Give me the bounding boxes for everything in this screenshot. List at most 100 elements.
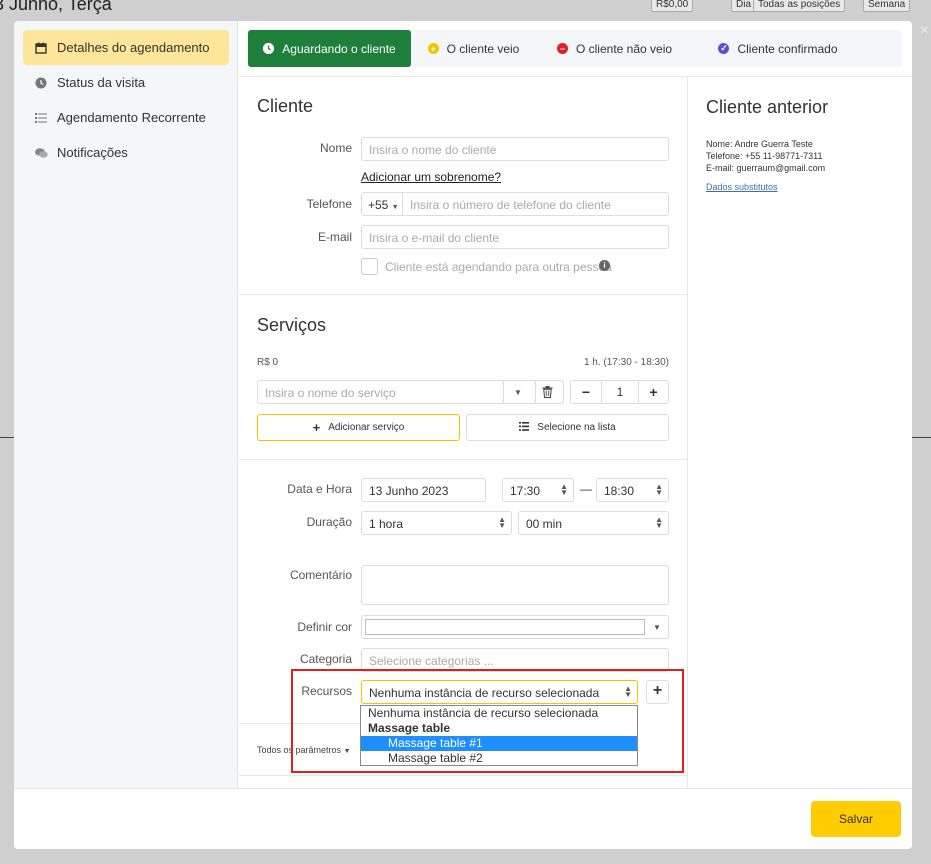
sidebar-item-notifications[interactable]: Notificações bbox=[23, 135, 229, 170]
duration-hours-value: 1 hora bbox=[369, 517, 404, 531]
datetime-label: Data e Hora bbox=[287, 482, 352, 496]
chevron-down-icon: ▼ bbox=[391, 204, 399, 211]
phone-label: Telefone bbox=[306, 197, 352, 211]
other-person-label: Cliente está agendando para outra pessoa bbox=[385, 260, 612, 274]
select-list-label: Selecione na lista bbox=[537, 422, 616, 433]
highlight-box bbox=[291, 669, 684, 773]
color-label: Definir cor bbox=[297, 620, 352, 634]
status-tab-label: Aguardando o cliente bbox=[282, 41, 396, 56]
sidebar-item-label: Status da visita bbox=[57, 75, 146, 90]
divider bbox=[239, 775, 687, 776]
visit-status-bar: Aguardando o cliente + O cliente veio − … bbox=[248, 30, 902, 67]
previous-client-email: E-mail: guerraum@gmail.com bbox=[706, 163, 826, 173]
previous-client-info: Nome: Andre Guerra Teste Telefone: +55 1… bbox=[706, 138, 825, 174]
sidebar: Detalhes do agendamento Status da visita… bbox=[14, 21, 238, 788]
plus-icon: + bbox=[312, 420, 321, 435]
add-service-label: Adicionar serviço bbox=[328, 422, 405, 433]
add-service-button[interactable]: + Adicionar serviço bbox=[257, 414, 460, 441]
list-icon bbox=[519, 421, 530, 434]
status-tab-confirmed[interactable]: ✓ Cliente confirmado bbox=[693, 30, 863, 67]
status-tab-label: Cliente confirmado bbox=[737, 41, 838, 56]
sidebar-item-recurring[interactable]: Agendamento Recorrente bbox=[23, 100, 229, 135]
phone-field: +55 ▼ Insira o número de telefone do cli… bbox=[361, 192, 669, 216]
status-tab-label: O cliente não veio bbox=[575, 41, 673, 56]
email-input[interactable]: Insira o e-mail do cliente bbox=[361, 225, 669, 249]
duration-minutes-value: 00 min bbox=[526, 517, 563, 531]
background-date-title: 3 Junho, Terça bbox=[0, 0, 112, 14]
clock-icon bbox=[34, 76, 48, 90]
status-tab-arrived[interactable]: + O cliente veio bbox=[411, 30, 536, 67]
divider bbox=[239, 459, 687, 460]
comment-textarea[interactable] bbox=[361, 565, 669, 605]
sort-arrows-icon: ▲ ▼ bbox=[655, 515, 663, 530]
plus-circle-icon: + bbox=[427, 43, 439, 54]
name-label: Nome bbox=[319, 141, 352, 155]
duration-label: Duração bbox=[306, 515, 352, 529]
calendar-icon bbox=[34, 41, 48, 55]
services-time: 1 h. (17:30 - 18:30) bbox=[583, 357, 669, 368]
clock-icon bbox=[263, 43, 275, 54]
quantity-plus-button[interactable]: + bbox=[638, 381, 668, 403]
time-range-dash: — bbox=[580, 482, 592, 496]
sidebar-item-label: Notificações bbox=[57, 145, 128, 160]
list-icon bbox=[34, 111, 48, 125]
status-tab-no-show[interactable]: − O cliente não veio bbox=[536, 30, 693, 67]
chat-icon bbox=[34, 146, 48, 160]
email-label: E-mail bbox=[317, 230, 352, 244]
services-price: R$ 0 bbox=[257, 357, 279, 368]
previous-client-panel: Cliente anterior Nome: Andre Guerra Test… bbox=[688, 77, 912, 788]
name-input[interactable]: Insira o nome do cliente bbox=[361, 137, 669, 161]
chevron-down-icon: ▼ bbox=[653, 623, 661, 632]
start-time-value: 17:30 bbox=[510, 484, 541, 498]
background-price-chip: R$0,00 bbox=[651, 0, 694, 12]
substitute-data-link[interactable]: Dados substitutos bbox=[706, 182, 778, 192]
sort-arrows-icon: ▲ ▼ bbox=[655, 482, 663, 497]
end-time-value: 18:30 bbox=[604, 484, 635, 498]
duration-hours-select[interactable]: 1 hora ▲ ▼ bbox=[361, 511, 512, 535]
category-label: Categoria bbox=[299, 652, 352, 666]
minus-circle-icon: − bbox=[556, 43, 568, 54]
divider bbox=[503, 381, 504, 403]
country-code-select[interactable]: +55 ▼ bbox=[362, 193, 403, 215]
quantity-value[interactable]: 1 bbox=[602, 381, 638, 403]
appointment-form: Cliente Nome Insira o nome do cliente Ad… bbox=[239, 77, 687, 788]
appointment-modal: Detalhes do agendamento Status da visita… bbox=[14, 21, 912, 849]
quantity-minus-button[interactable]: − bbox=[571, 381, 602, 403]
end-time-select[interactable]: 18:30 ▲ ▼ bbox=[596, 478, 669, 502]
previous-client-phone: Telefone: +55 11-98771-7311 bbox=[706, 151, 823, 161]
date-input[interactable]: 13 Junho 2023 bbox=[361, 478, 486, 502]
save-button[interactable]: Salvar bbox=[811, 801, 901, 837]
sidebar-item-visit-status[interactable]: Status da visita bbox=[23, 65, 229, 100]
background-week-chip: Semana bbox=[863, 0, 911, 12]
comment-label: Comentário bbox=[289, 568, 352, 582]
quantity-stepper: − 1 + bbox=[570, 380, 669, 404]
chevron-down-icon[interactable]: ▼ bbox=[514, 388, 522, 397]
check-circle-icon: ✓ bbox=[718, 43, 730, 54]
color-swatch bbox=[365, 619, 645, 635]
background-divider bbox=[911, 437, 931, 438]
duration-minutes-select[interactable]: 00 min ▲ ▼ bbox=[518, 511, 669, 535]
previous-client-name: Nome: Andre Guerra Teste bbox=[706, 139, 813, 149]
client-section-title: Cliente bbox=[257, 96, 314, 116]
services-section-title: Serviços bbox=[257, 315, 327, 335]
status-tab-label: O cliente veio bbox=[446, 41, 520, 56]
status-tab-waiting[interactable]: Aguardando o cliente bbox=[248, 30, 411, 67]
close-icon[interactable]: × bbox=[920, 22, 929, 40]
previous-client-title: Cliente anterior bbox=[706, 97, 829, 117]
other-person-checkbox[interactable] bbox=[361, 258, 378, 275]
select-from-list-button[interactable]: Selecione na lista bbox=[466, 414, 669, 441]
info-icon[interactable]: i bbox=[599, 260, 610, 271]
sidebar-item-details[interactable]: Detalhes do agendamento bbox=[23, 30, 229, 65]
start-time-select[interactable]: 17:30 ▲ ▼ bbox=[502, 478, 574, 502]
country-code-value: +55 bbox=[368, 198, 389, 212]
sort-arrows-icon: ▲ ▼ bbox=[560, 482, 568, 497]
phone-input[interactable]: Insira o número de telefone do cliente bbox=[410, 198, 611, 212]
color-picker[interactable]: ▼ bbox=[361, 615, 669, 639]
trash-icon[interactable] bbox=[542, 386, 553, 401]
service-placeholder: Insira o nome do serviço bbox=[265, 386, 396, 400]
divider bbox=[535, 381, 536, 403]
sidebar-item-label: Detalhes do agendamento bbox=[57, 40, 210, 55]
sidebar-item-label: Agendamento Recorrente bbox=[57, 110, 206, 125]
background-positions-chip: Todas as posições bbox=[753, 0, 846, 12]
add-surname-link[interactable]: Adicionar um sobrenome? bbox=[361, 170, 501, 184]
